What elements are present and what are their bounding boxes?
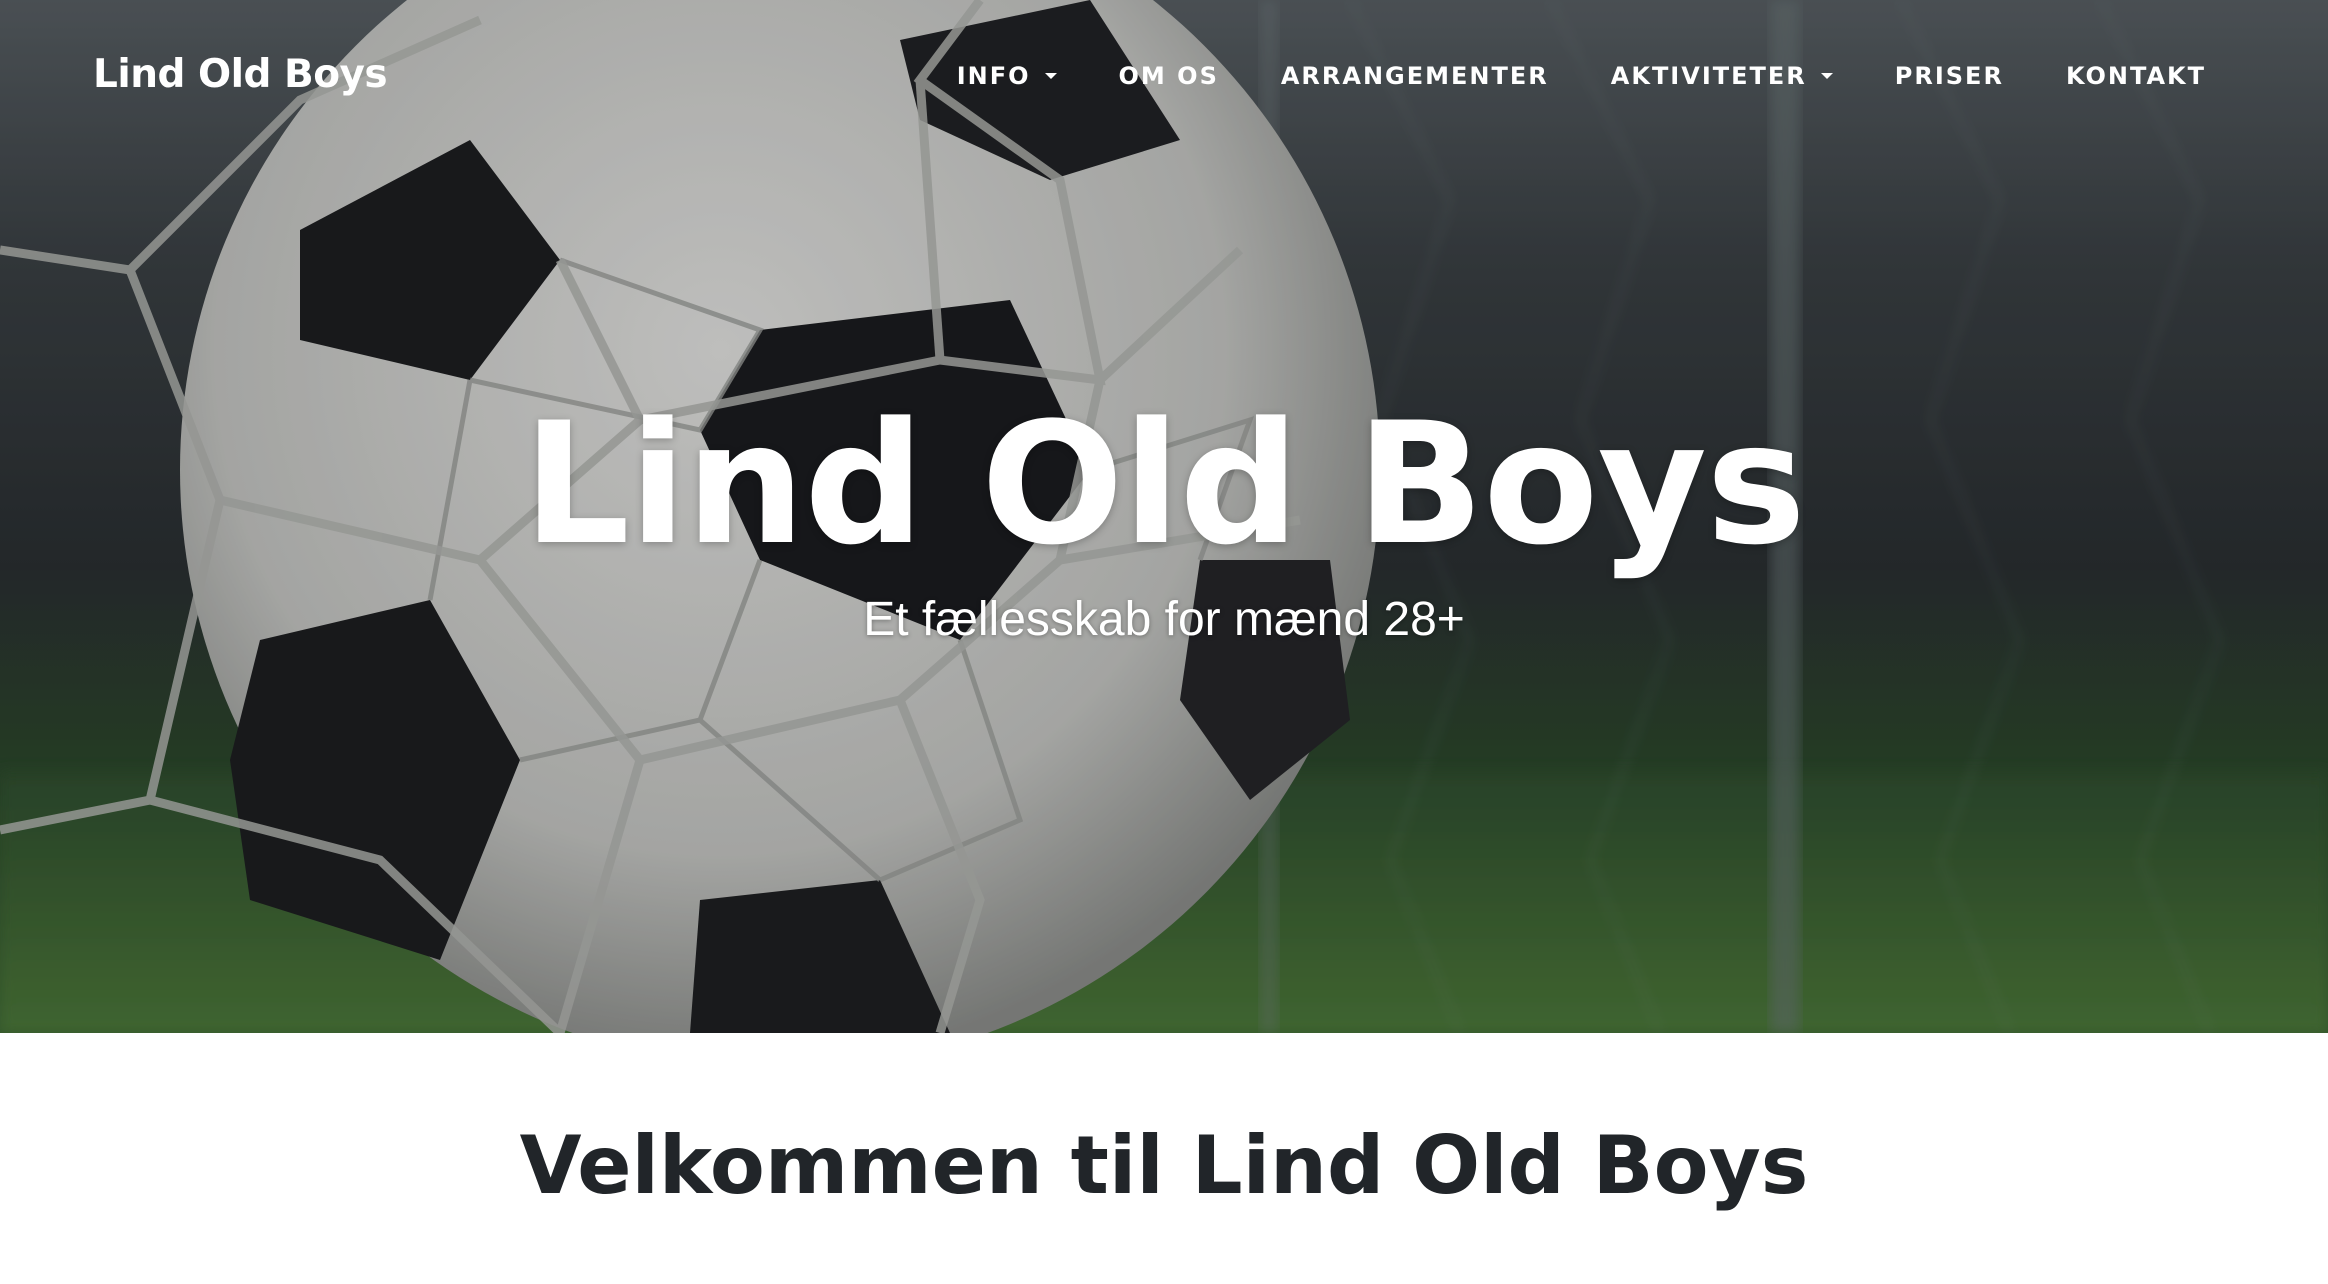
nav-item-arrangementer-label: ARRANGEMENTER xyxy=(1280,62,1549,90)
brand-logo-link[interactable]: Lind Old Boys xyxy=(93,52,388,97)
main-navigation: INFO OM OS ARRANGEMENTER AKTIVITETER PRI… xyxy=(957,62,2206,90)
nav-item-om-os[interactable]: OM OS xyxy=(1119,62,1219,90)
hero-section: Lind Old Boys INFO OM OS ARRANGEMENTER A… xyxy=(0,0,2328,1033)
nav-item-om-os-label: OM OS xyxy=(1118,62,1219,90)
hero-title: Lind Old Boys xyxy=(522,386,1806,582)
nav-item-info[interactable]: INFO xyxy=(957,62,1057,90)
nav-item-priser[interactable]: PRISER xyxy=(1895,62,2004,90)
nav-item-aktiviteter-label: AKTIVITETER xyxy=(1610,62,1807,90)
nav-item-aktiviteter[interactable]: AKTIVITETER xyxy=(1611,62,1833,90)
caret-down-icon xyxy=(1044,73,1057,79)
hero-subtitle: Et fællesskab for mænd 28+ xyxy=(863,593,1465,646)
welcome-heading: Velkommen til Lind Old Boys xyxy=(519,1119,1809,1212)
nav-item-kontakt[interactable]: KONTAKT xyxy=(2066,62,2206,90)
nav-item-info-label: INFO xyxy=(956,62,1031,90)
nav-item-arrangementer[interactable]: ARRANGEMENTER xyxy=(1281,62,1549,90)
nav-item-priser-label: PRISER xyxy=(1894,62,2004,90)
caret-down-icon xyxy=(1820,73,1833,79)
nav-item-kontakt-label: KONTAKT xyxy=(2065,62,2206,90)
